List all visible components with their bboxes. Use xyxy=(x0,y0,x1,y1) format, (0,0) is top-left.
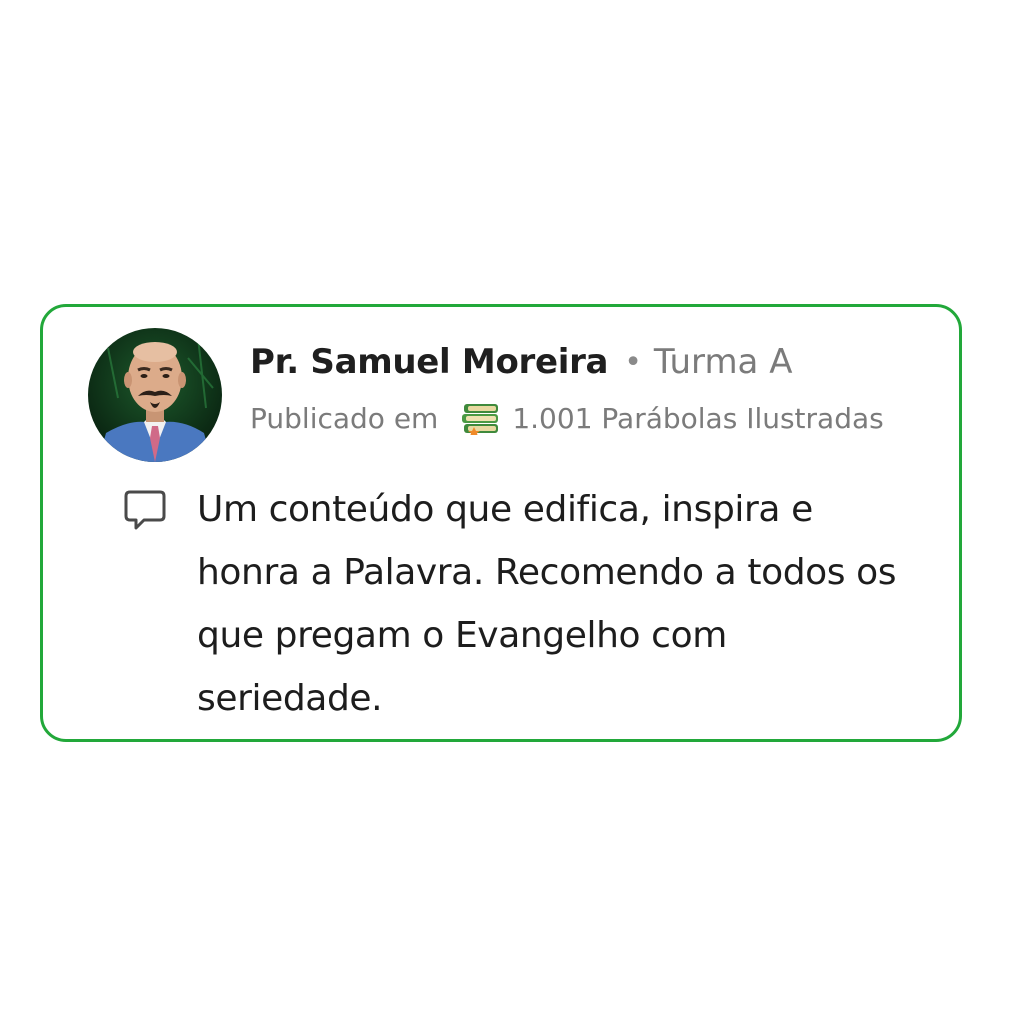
published-line: Publicado em 1.001 Parábolas Ilustradas xyxy=(250,396,884,440)
comment-text: Um conteúdo que edifica, inspira e honra… xyxy=(197,489,897,719)
author-line: Pr. Samuel Moreira • Turma A xyxy=(250,338,792,386)
author-name[interactable]: Pr. Samuel Moreira xyxy=(250,342,609,382)
avatar[interactable] xyxy=(88,328,222,462)
group-name[interactable]: Turma A xyxy=(654,342,793,382)
comment-bubble-icon xyxy=(122,488,168,534)
published-prefix: Publicado em xyxy=(250,401,439,435)
separator-dot: • xyxy=(624,344,642,380)
books-icon xyxy=(460,401,502,435)
course-name[interactable]: 1.001 Parábolas Ilustradas xyxy=(512,402,883,435)
